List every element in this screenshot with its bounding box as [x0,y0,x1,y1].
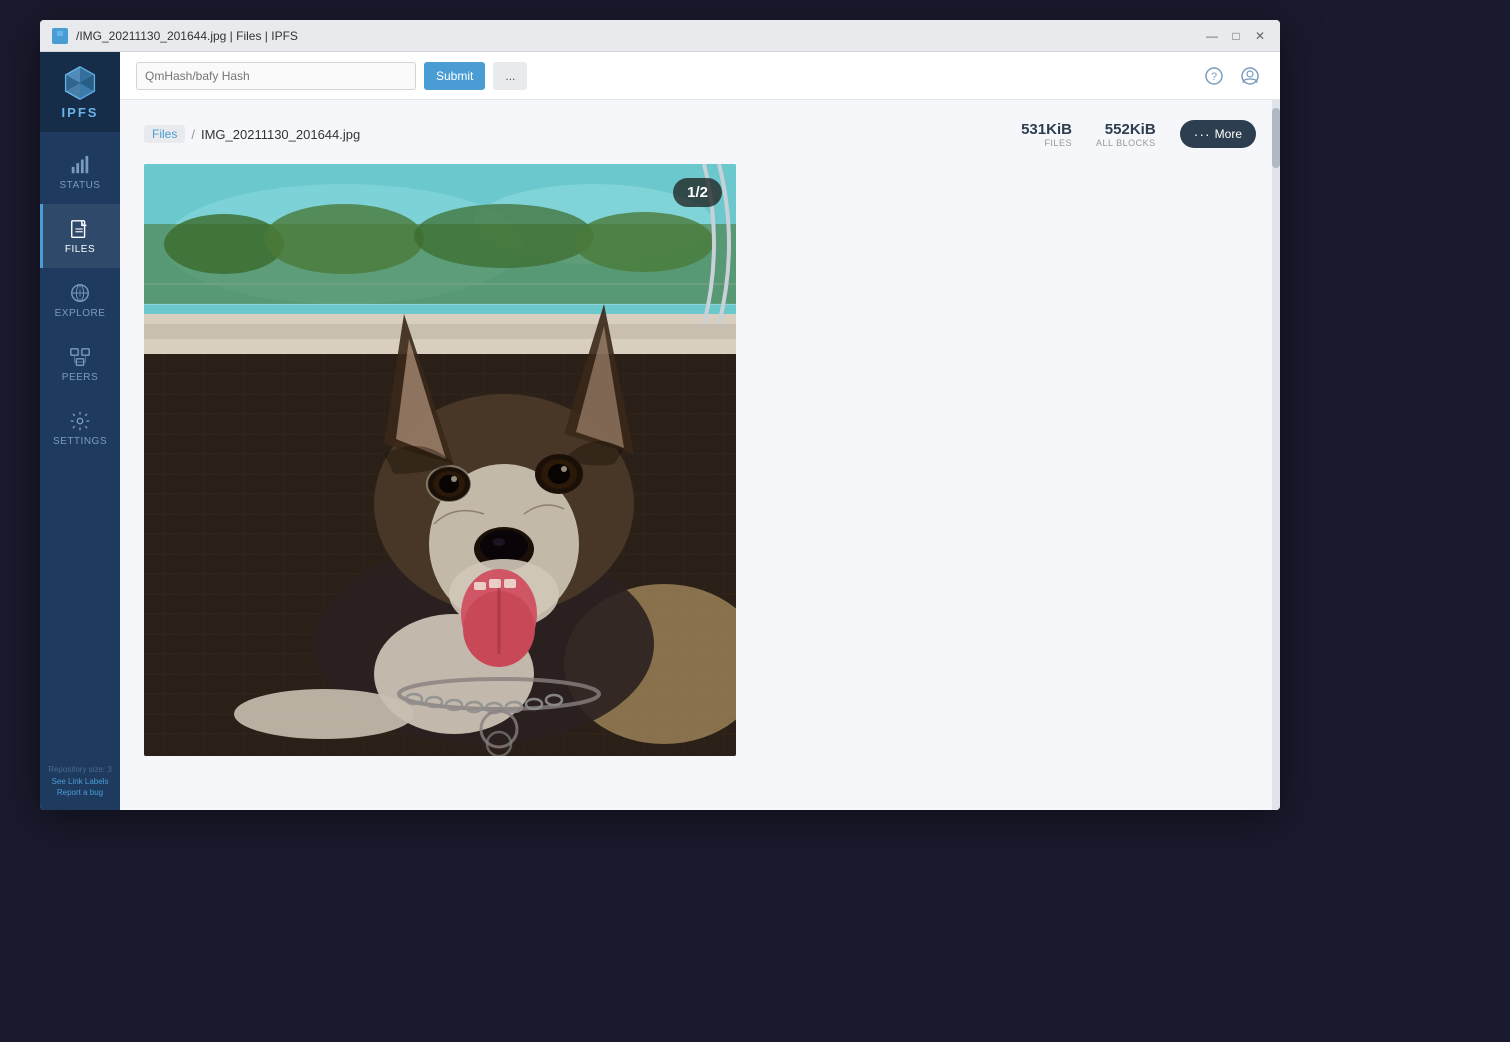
blocks-size-value: 552KiB [1096,121,1156,138]
user-button[interactable] [1236,62,1264,90]
help-icon: ? [1205,67,1223,85]
window-title: /IMG_20211130_201644.jpg | Files | IPFS [76,29,1204,43]
sidebar-item-settings[interactable]: SETTINGS [40,396,120,460]
files-size-stat: 531KiB FILES [1021,121,1072,148]
dog-photo-svg [144,164,736,756]
peers-icon [69,346,91,368]
title-bar-app-icon [52,28,68,44]
search-input[interactable] [136,62,416,90]
sidebar-logo-text: IPFS [62,105,99,120]
settings-label: SETTINGS [53,436,107,447]
minimize-button[interactable]: — [1204,28,1220,44]
scrollbar-thumb[interactable] [1272,108,1280,168]
window-controls: — □ ✕ [1204,28,1268,44]
sidebar: IPFS STATUS [40,52,120,810]
svg-text:?: ? [1211,71,1217,83]
more-topbar-button[interactable]: ... [493,62,527,90]
image-badge: 1/2 [673,178,722,207]
peers-label: PEERS [62,372,98,383]
blocks-size-stat: 552KiB ALL BLOCKS [1096,121,1156,148]
close-button[interactable]: ✕ [1252,28,1268,44]
blocks-size-label: ALL BLOCKS [1096,138,1156,148]
ipfs-cube-icon [62,65,98,101]
user-icon [1241,67,1259,85]
status-icon [69,154,91,176]
submit-button[interactable]: Submit [424,62,485,90]
sidebar-item-status[interactable]: STATUS [40,140,120,204]
breadcrumb-current-file: IMG_20211130_201644.jpg [201,127,360,142]
top-bar: Submit ... ? [120,52,1280,100]
sidebar-item-peers[interactable]: PEERS [40,332,120,396]
help-button[interactable]: ? [1200,62,1228,90]
sidebar-footer: Repository size: 3 See Link Labels Repor… [40,752,120,810]
explore-icon [69,282,91,304]
sidebar-item-explore[interactable]: EXPLORE [40,268,120,332]
files-icon [69,218,91,240]
image-container: 1/2 [144,164,736,756]
title-bar: /IMG_20211130_201644.jpg | Files | IPFS … [40,20,1280,52]
image-display [144,164,736,756]
sidebar-footer-version: Repository size: 3 See Link Labels Repor… [48,764,112,798]
files-label: FILES [65,244,95,255]
breadcrumb-separator: / [191,127,195,142]
breadcrumb: Files / IMG_20211130_201644.jpg [144,125,360,143]
header-stats: 531KiB FILES 552KiB ALL BLOCKS ··· More [1021,120,1256,148]
explore-label: EXPLORE [55,308,106,319]
more-button-label: More [1215,127,1242,141]
breadcrumb-files-link[interactable]: Files [144,125,185,143]
more-button[interactable]: ··· More [1180,120,1256,148]
more-button-dots: ··· [1194,126,1211,142]
page-header: Files / IMG_20211130_201644.jpg 531KiB F… [144,120,1256,148]
files-size-label: FILES [1021,138,1072,148]
status-label: STATUS [60,180,101,191]
settings-icon [69,410,91,432]
sidebar-nav: STATUS FILES [40,132,120,752]
sidebar-item-files[interactable]: FILES [40,204,120,268]
scrollbar[interactable] [1272,100,1280,810]
maximize-button[interactable]: □ [1228,28,1244,44]
main-content: Files / IMG_20211130_201644.jpg 531KiB F… [120,100,1280,810]
sidebar-logo: IPFS [40,52,120,132]
files-size-value: 531KiB [1021,121,1072,138]
